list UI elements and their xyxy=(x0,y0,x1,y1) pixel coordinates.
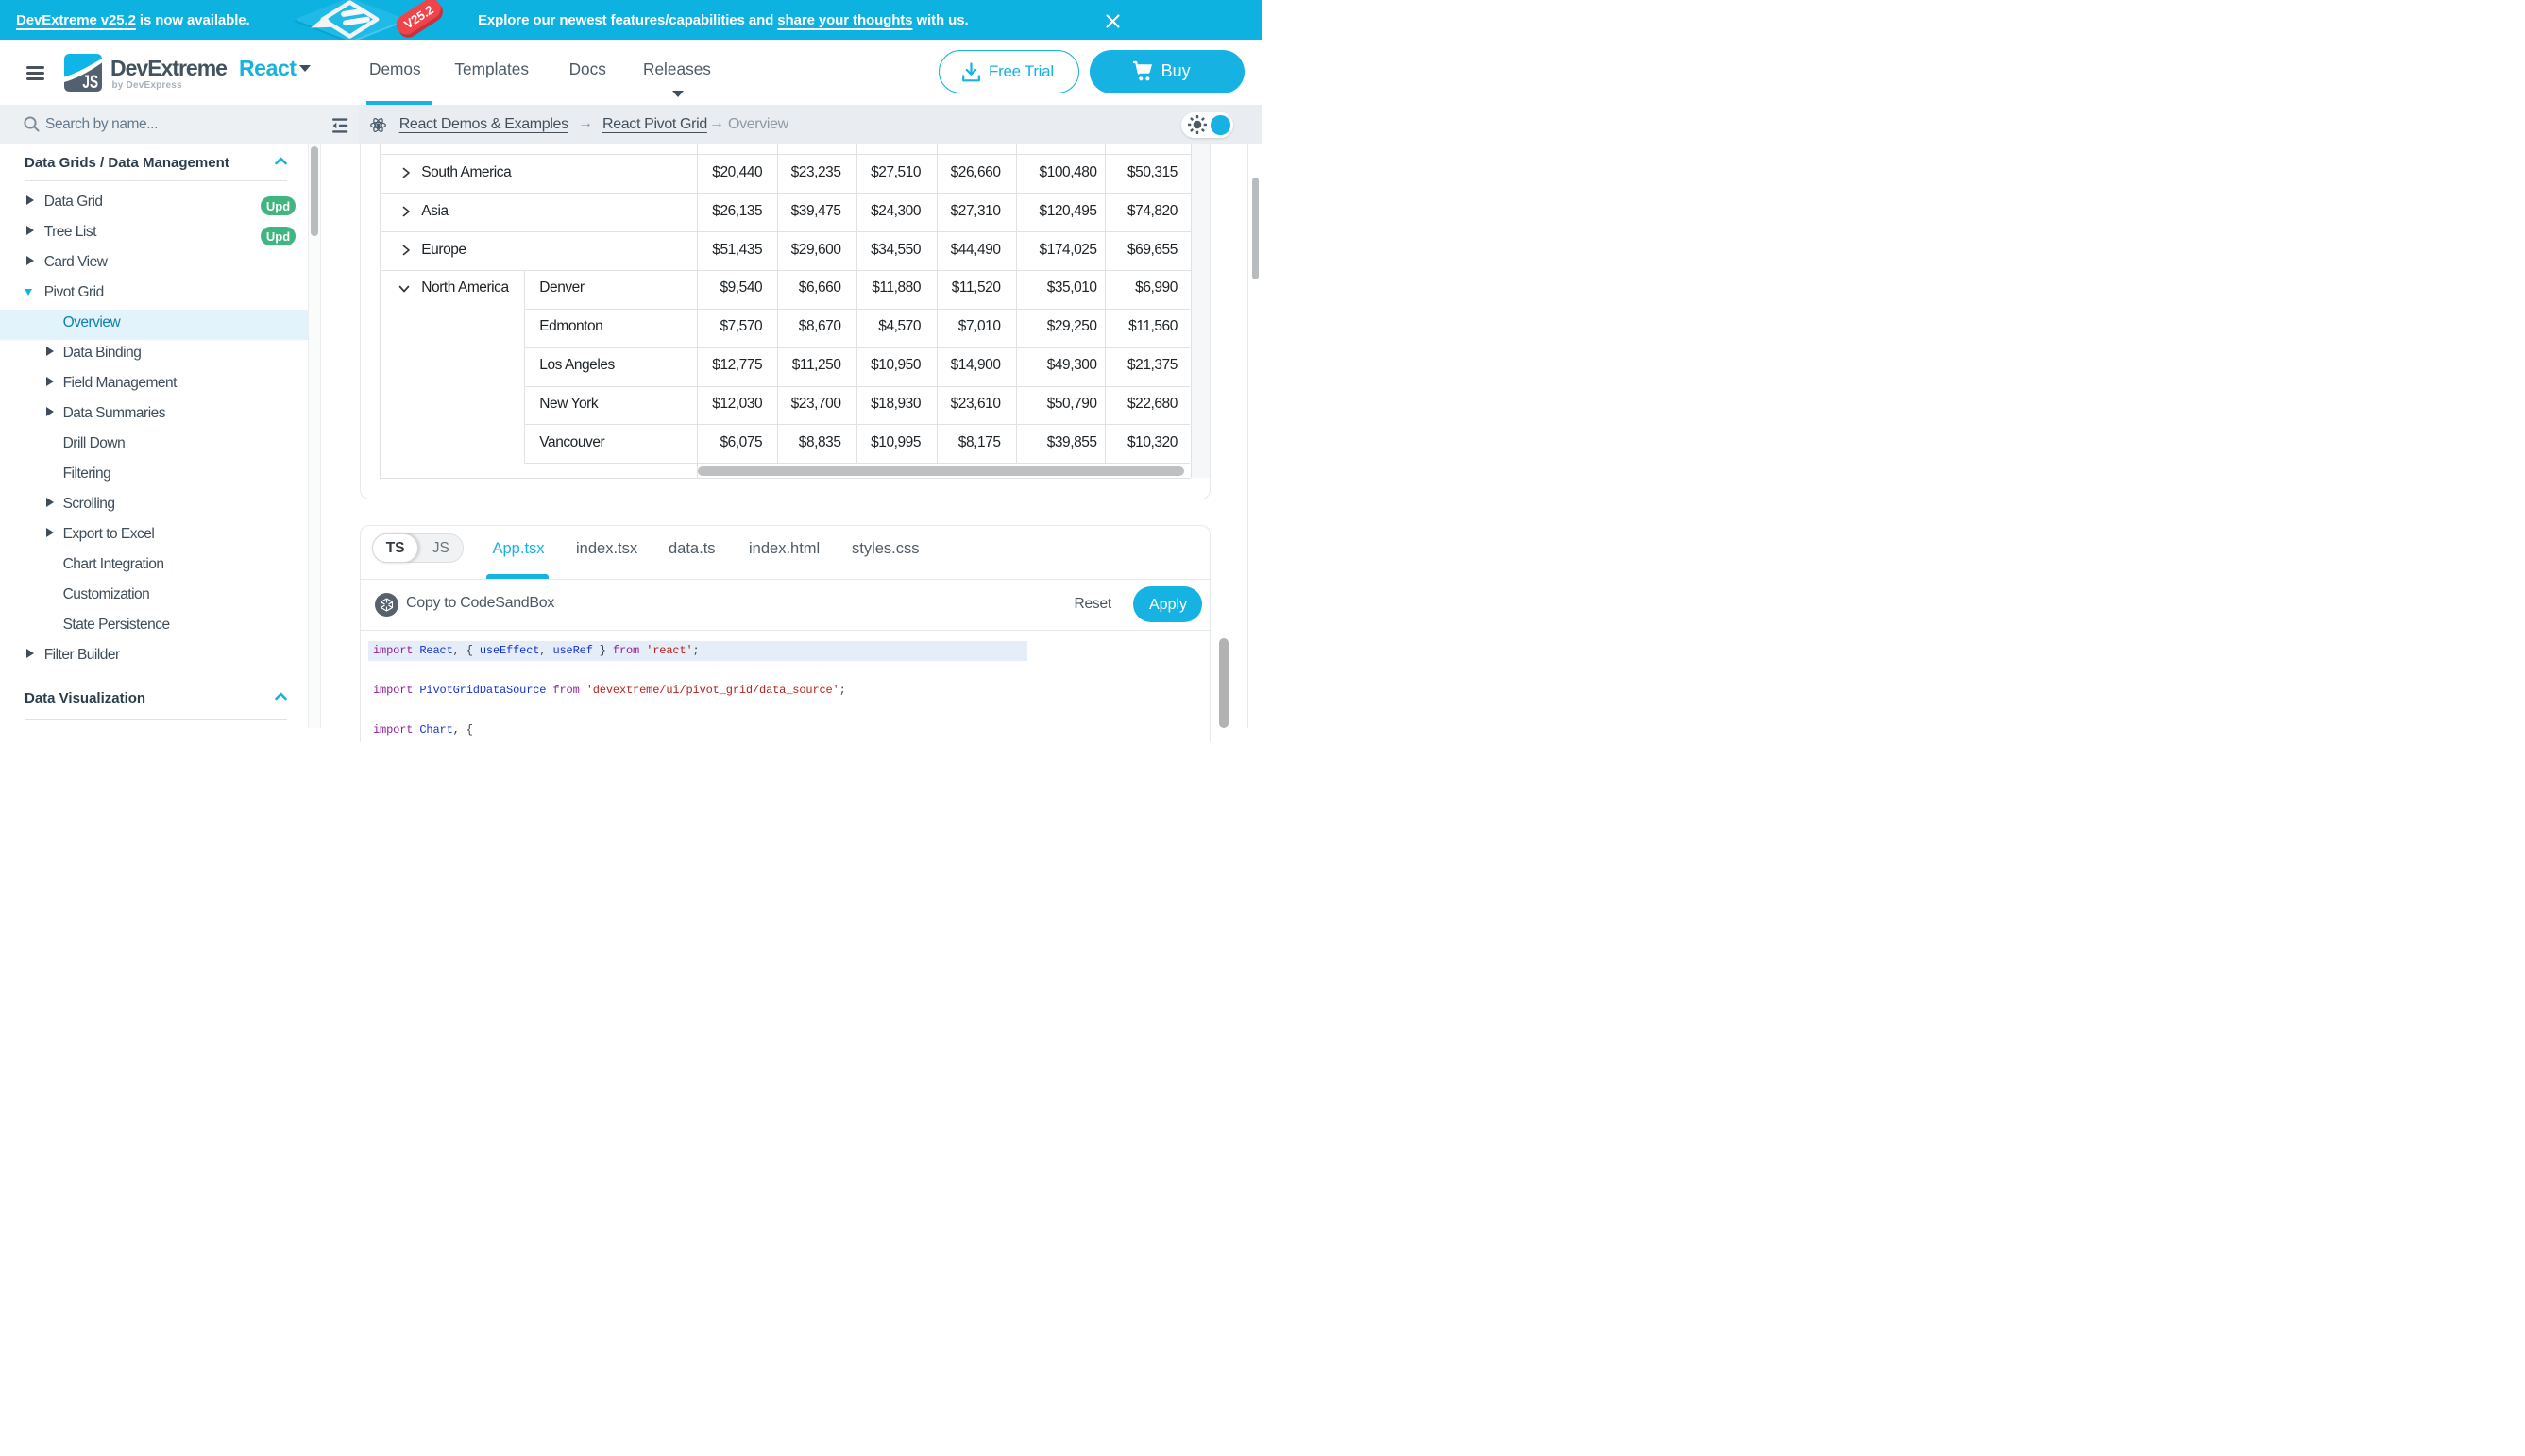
svg-text:JS: JS xyxy=(82,72,98,92)
